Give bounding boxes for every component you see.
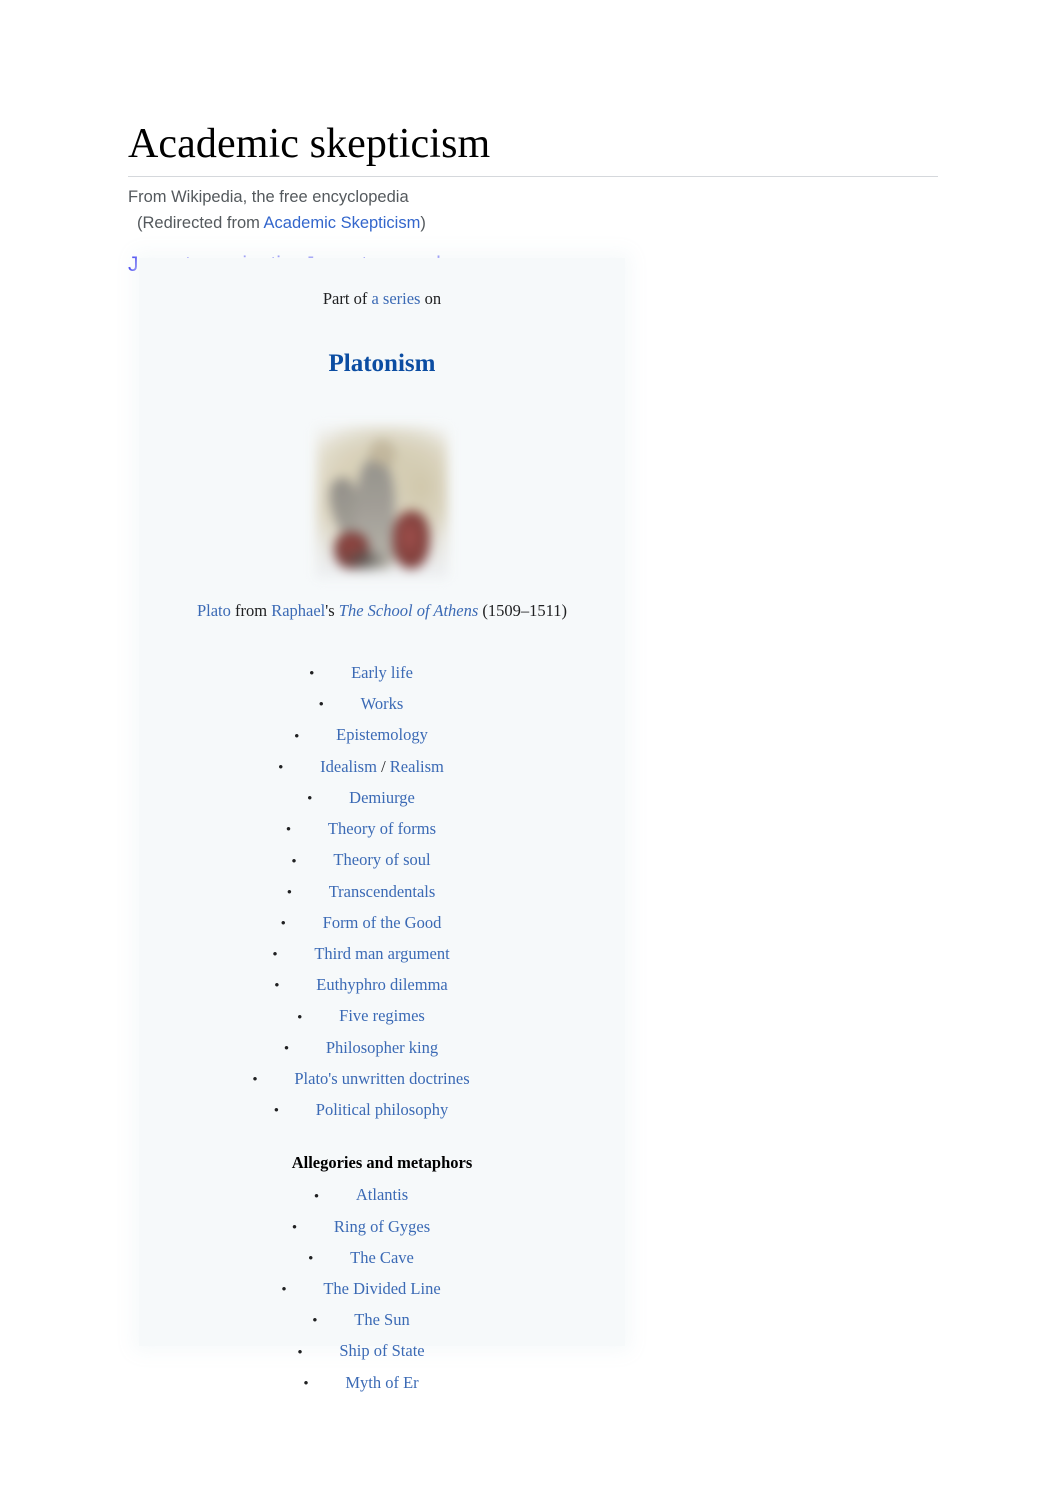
raphael-link[interactable]: Raphael — [271, 601, 325, 620]
topic-link-the-cave[interactable]: The Cave — [350, 1248, 414, 1267]
platonism-topic-list: • Early life • Works • Epistemology • Ideali… — [155, 658, 609, 1126]
plato-link[interactable]: Plato — [197, 601, 231, 620]
topic-link-demiurge[interactable]: Demiurge — [349, 788, 415, 807]
topic-link-epistemology[interactable]: Epistemology — [336, 725, 428, 744]
allegories-topic-list: • Atlantis • Ring of Gyges • The Cave • The … — [155, 1180, 609, 1399]
a-series-link[interactable]: a series — [371, 289, 420, 308]
plato-painting-image[interactable] — [316, 426, 448, 578]
list-item: • Atlantis — [313, 1185, 409, 1205]
topic-link-political-philosophy[interactable]: Political philosophy — [316, 1100, 448, 1119]
part-of-text: Part of — [322, 289, 372, 308]
list-item: • Myth of Er — [303, 1372, 419, 1392]
redirect-prefix-text: (Redirected from — [137, 214, 264, 232]
topic-link-the-divided-line[interactable]: The Divided Line — [323, 1279, 440, 1298]
topic-link-idealism[interactable]: Idealism — [320, 757, 377, 776]
redirect-suffix-text: ) — [420, 214, 426, 232]
list-item: • Epistemology — [294, 725, 428, 745]
list-item: • Euthyphro dilemma — [274, 975, 448, 995]
allegories-section-heading: Allegories and metaphors — [291, 1153, 473, 1173]
list-item: • Early life — [309, 663, 413, 683]
topic-link-early-life[interactable]: Early life — [351, 663, 413, 682]
list-item: • Theory of forms — [285, 819, 437, 839]
list-item: • Ship of State — [297, 1341, 425, 1361]
page-header: Academic skepticism From Wikipedia, the … — [128, 118, 940, 278]
platonism-link[interactable]: Platonism — [329, 350, 436, 377]
list-item: • Plato's unwritten doctrines — [252, 1068, 470, 1089]
list-item: • Form of the Good — [280, 912, 442, 932]
list-item: • Transcendentals — [286, 881, 436, 901]
painting-base-shadow — [342, 547, 388, 572]
topic-link-unwritten-doctrines[interactable]: Plato's unwritten doctrines — [294, 1069, 469, 1088]
topic-separator: / — [376, 756, 390, 776]
topic-link-transcendentals[interactable]: Transcendentals — [329, 882, 436, 901]
topic-link-theory-of-soul[interactable]: Theory of soul — [333, 850, 430, 869]
title-divider — [128, 176, 938, 177]
platonism-series-infobox: Part of a series on Platonism Plato from… — [139, 258, 625, 1392]
painting-head-shape — [370, 439, 394, 466]
topic-link-ship-of-state[interactable]: Ship of State — [339, 1341, 424, 1360]
infobox-image-container — [155, 415, 609, 578]
painting-red-right-shape — [392, 511, 430, 569]
list-item: • Theory of soul — [291, 850, 431, 870]
topic-link-form-of-the-good[interactable]: Form of the Good — [323, 913, 442, 932]
caption-dates-text: (1509–1511) — [478, 601, 568, 620]
topic-link-five-regimes[interactable]: Five regimes — [339, 1006, 425, 1025]
list-item: • Five regimes — [297, 1006, 425, 1026]
redirect-source-link[interactable]: Academic Skepticism — [264, 214, 421, 232]
list-item: • Demiurge — [307, 787, 415, 808]
caption-from-text: from — [230, 601, 272, 620]
infobox-title: Platonism — [155, 349, 609, 379]
topic-link-the-sun[interactable]: The Sun — [354, 1310, 409, 1329]
list-item: • Works — [318, 694, 404, 714]
topic-link-third-man-argument[interactable]: Third man argument — [314, 944, 449, 963]
list-item: • The Divided Line — [281, 1278, 441, 1299]
school-of-athens-link[interactable]: The School of Athens — [339, 601, 478, 620]
topic-link-works[interactable]: Works — [361, 694, 404, 713]
site-tagline: From Wikipedia, the free encyclopedia — [128, 188, 409, 206]
list-item: • Ring of Gyges — [291, 1216, 431, 1236]
topic-link-euthyphro-dilemma[interactable]: Euthyphro dilemma — [316, 975, 448, 994]
topic-link-theory-of-forms[interactable]: Theory of forms — [328, 819, 436, 838]
list-item: • The Cave — [308, 1247, 414, 1267]
list-item: • Philosopher king — [283, 1037, 439, 1057]
infobox-image-caption: Plato from Raphael's The School of Athen… — [155, 600, 609, 622]
topic-link-myth-of-er[interactable]: Myth of Er — [345, 1373, 418, 1392]
redirect-notice: (Redirected from Academic Skepticism) — [128, 211, 940, 235]
list-item: • Political philosophy — [273, 1100, 449, 1120]
topic-link-philosopher-king[interactable]: Philosopher king — [326, 1038, 438, 1057]
page-title: Academic skepticism — [128, 121, 491, 167]
topic-link-realism[interactable]: Realism — [390, 757, 444, 776]
topic-link-atlantis[interactable]: Atlantis — [356, 1185, 408, 1204]
list-item: • Third man argument — [272, 943, 450, 964]
topic-link-ring-of-gyges[interactable]: Ring of Gyges — [334, 1217, 430, 1236]
list-item: • Idealism / Realism — [278, 756, 444, 776]
list-item: • The Sun — [312, 1310, 410, 1330]
caption-possessive-text: 's — [325, 601, 339, 620]
infobox-above-text: Part of a series on — [155, 288, 609, 310]
on-text: on — [420, 289, 442, 308]
